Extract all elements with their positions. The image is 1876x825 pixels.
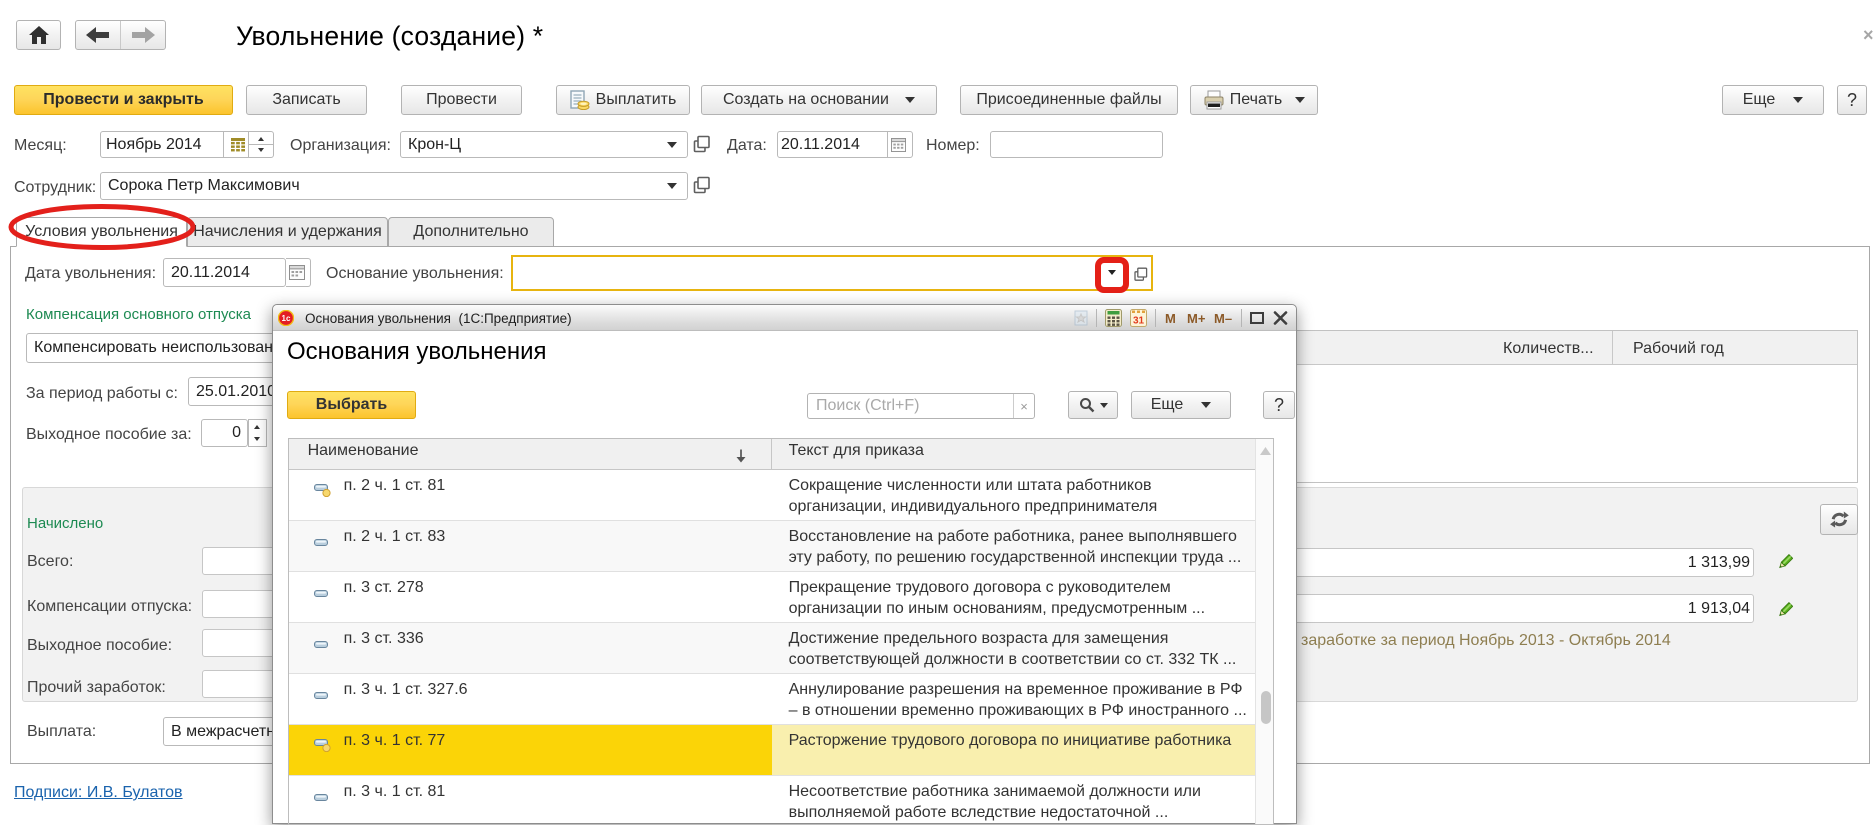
svg-text:1с: 1с [282,314,291,323]
svg-text:31: 31 [1133,316,1145,327]
